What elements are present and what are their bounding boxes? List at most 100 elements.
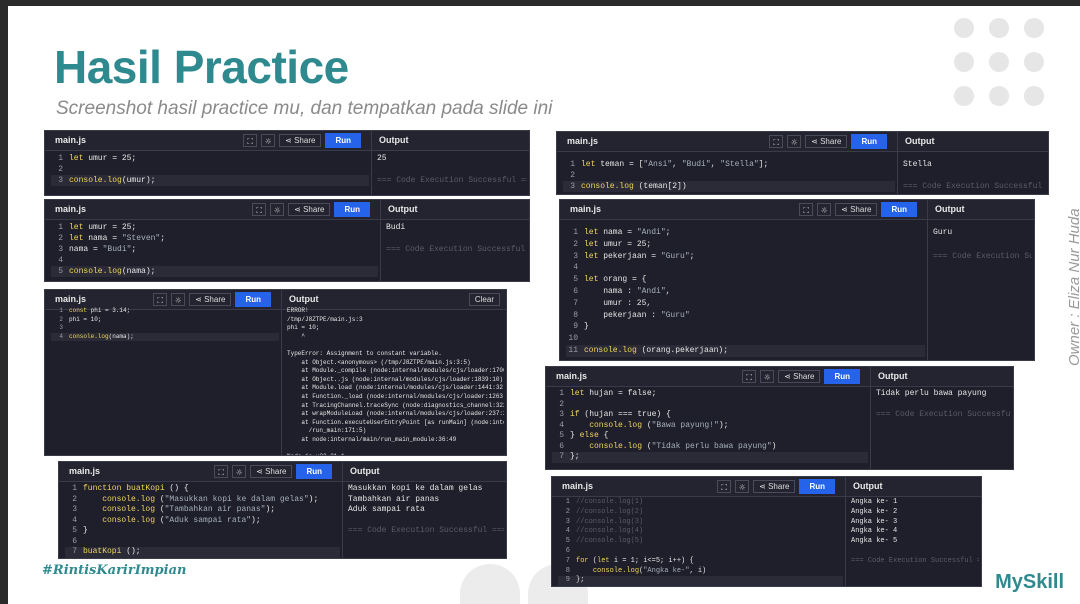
code-line: 5} else {	[559, 431, 609, 440]
theme-toggle-icon[interactable]: ☼	[232, 464, 247, 478]
output-text: ERROR!/tmp/J8ZTPE/main.js:3 phi = 10; ^ T…	[287, 307, 504, 455]
code-line: 4//console.log(4)	[565, 527, 644, 536]
slide-title: Hasil Practice	[54, 41, 349, 93]
output-text: Masukkan kopi ke dalam gelas Tambahkan ai…	[348, 484, 504, 535]
theme-toggle-icon[interactable]: ☼	[787, 134, 802, 148]
code-editor-panel: main.js ⛶ ☼ ⋖ Share Run Output Clear 1 const phi…	[44, 289, 507, 456]
code-line: 1 const phi = 3.14;	[59, 307, 131, 314]
theme-toggle-icon[interactable]: ☼	[171, 292, 186, 306]
code-line: 4	[573, 263, 578, 273]
code-editor-panel: main.js ⛶ ☼ ⋖ Share Run Output 1 let teman = ["…	[556, 131, 1049, 195]
code-editor-panel: main.js ⛶ ☼ ⋖ Share Run Output 1//console.log(…	[551, 476, 982, 587]
run-button[interactable]: Run	[296, 463, 332, 479]
code-editor-panel: main.js ⛶ ☼ ⋖ Share Run Output 1 let nama = "An…	[559, 199, 1035, 361]
run-button[interactable]: Run	[325, 132, 361, 148]
code-line: 4 console.log ("Bawa payung!");	[559, 420, 729, 430]
code-line: 1 function buatKopi () {	[72, 484, 189, 493]
theme-toggle-icon[interactable]: ☼	[735, 479, 750, 493]
run-button[interactable]: Run	[235, 291, 271, 307]
code-input[interactable]: 1 let umur = 25; 2 3 console.log(umur);	[51, 153, 369, 186]
code-line: 1 let umur = 25;	[58, 223, 137, 232]
theme-toggle-icon[interactable]: ☼	[261, 133, 276, 147]
pane-divider[interactable]	[897, 132, 898, 194]
clear-button[interactable]: Clear	[468, 293, 500, 306]
code-line: 6 console.log ("Tidak perlu bawa payung"…	[559, 441, 777, 451]
hashtag: #RintisKarirImpian	[42, 563, 187, 578]
fullscreen-icon[interactable]: ⛶	[214, 464, 229, 478]
editor-toolbar: main.js ⛶ ☼ ⋖ Share Run Output	[552, 477, 981, 497]
share-button[interactable]: ⋖ Share	[805, 134, 848, 148]
code-input[interactable]: 1 const phi = 3.14; 2 phi = 10; 3 4 console.lo…	[51, 307, 279, 342]
fullscreen-icon[interactable]: ⛶	[717, 479, 732, 493]
file-tab[interactable]: main.js	[570, 204, 601, 214]
code-line: 4 console.log(nama);	[51, 332, 279, 342]
success-message: === Code Execution Successful ===	[386, 245, 526, 254]
success-message: === Code Execution Successful ===	[903, 182, 1046, 191]
pane-divider[interactable]	[845, 477, 846, 586]
file-tab[interactable]: main.js	[55, 294, 86, 304]
code-input[interactable]: 1 function buatKopi () {2 console.log ("M…	[65, 484, 340, 558]
output-label: Output	[853, 481, 883, 491]
code-line: 2 phi = 10;	[59, 315, 102, 323]
pane-divider[interactable]	[281, 290, 282, 455]
fullscreen-icon[interactable]: ⛶	[769, 134, 784, 148]
run-button[interactable]: Run	[799, 478, 835, 494]
success-message: === Code Execution Successful ===	[851, 556, 979, 565]
code-input[interactable]: 1 let nama = "Andi"; 2 let umur = 25; 3 let p…	[566, 227, 925, 357]
code-input[interactable]: 1 let umur = 25; 2 let nama = "Steven"; 3 nam…	[51, 222, 378, 277]
file-tab[interactable]: main.js	[55, 135, 86, 145]
pane-divider[interactable]	[342, 462, 343, 558]
fullscreen-icon[interactable]: ⛶	[799, 202, 814, 216]
share-button[interactable]: ⋖ Share	[753, 479, 796, 493]
code-input[interactable]: 1//console.log(1) 2//console.log(2) 3//con…	[558, 498, 843, 586]
file-tab[interactable]: main.js	[567, 136, 598, 146]
share-button[interactable]: ⋖ Share	[778, 369, 821, 383]
fullscreen-icon[interactable]: ⛶	[742, 369, 757, 383]
theme-toggle-icon[interactable]: ☼	[270, 202, 285, 216]
file-tab[interactable]: main.js	[562, 481, 593, 491]
pane-divider[interactable]	[927, 200, 928, 360]
code-line: 3 if (hujan === true) {	[559, 410, 671, 419]
share-button[interactable]: ⋖ Share	[189, 292, 232, 306]
file-tab[interactable]: main.js	[55, 204, 86, 214]
code-line: 9};	[558, 576, 843, 586]
share-button[interactable]: ⋖ Share	[835, 202, 878, 216]
success-message: === Code Execution Successful ===	[377, 176, 527, 185]
success-message: === Code Execution Successful ===	[933, 251, 1032, 261]
fullscreen-icon[interactable]: ⛶	[252, 202, 267, 216]
output-text: Stella === Code Execution Successful ===	[903, 160, 1046, 191]
run-button[interactable]: Run	[824, 368, 860, 384]
fullscreen-icon[interactable]: ⛶	[243, 133, 258, 147]
myskill-logo: MySkill	[995, 571, 1064, 593]
share-button[interactable]: ⋖ Share	[279, 133, 322, 147]
code-line: 3 console.log (teman[2])	[563, 181, 895, 192]
code-line: 2 let nama = "Steven";	[58, 234, 166, 243]
code-line: 1 let nama = "Andi";	[573, 228, 671, 237]
code-line: 8 pekerjaan : "Guru"	[573, 310, 690, 320]
theme-toggle-icon[interactable]: ☼	[760, 369, 775, 383]
file-tab[interactable]: main.js	[556, 371, 587, 381]
theme-toggle-icon[interactable]: ☼	[817, 202, 832, 216]
code-editor-panel: main.js ⛶ ☼ ⋖ Share Run Output 1 let hujan = fa…	[545, 366, 1014, 470]
share-button[interactable]: ⋖ Share	[288, 202, 331, 216]
code-editor-panel: main.js ⛶ ☼ ⋖ Share Run Output 1 function buatK…	[58, 461, 507, 559]
code-input[interactable]: 1 let hujan = false; 2 3 if (hujan === true)…	[552, 389, 868, 463]
code-line: 5 console.log(nama);	[51, 266, 378, 277]
slide-subtitle: Screenshot hasil practice mu, dan tempat…	[56, 98, 553, 119]
pane-divider[interactable]	[371, 131, 372, 195]
code-line: 3 let pekerjaan = "Guru";	[573, 251, 695, 261]
file-tab[interactable]: main.js	[69, 466, 100, 476]
pane-divider[interactable]	[870, 367, 871, 469]
pane-divider[interactable]	[380, 200, 381, 281]
run-button[interactable]: Run	[851, 133, 887, 149]
run-button[interactable]: Run	[881, 201, 917, 217]
code-editor-panel: main.js ⛶ ☼ ⋖ Share Run Output 1 let umur = 25;…	[44, 199, 530, 282]
editor-toolbar: main.js ⛶ ☼ ⋖ Share Run Output	[45, 200, 529, 220]
code-input[interactable]: 1 let teman = ["Ansi", "Budi", "Stella"];…	[563, 159, 895, 192]
code-line: 7 umur : 25,	[573, 298, 652, 308]
output-text: Angka ke- 1 Angka ke- 2 Angka ke- 3 Angka k…	[851, 498, 979, 565]
run-button[interactable]: Run	[334, 201, 370, 217]
output-label: Output	[379, 135, 409, 145]
fullscreen-icon[interactable]: ⛶	[153, 292, 168, 306]
share-button[interactable]: ⋖ Share	[250, 464, 293, 478]
